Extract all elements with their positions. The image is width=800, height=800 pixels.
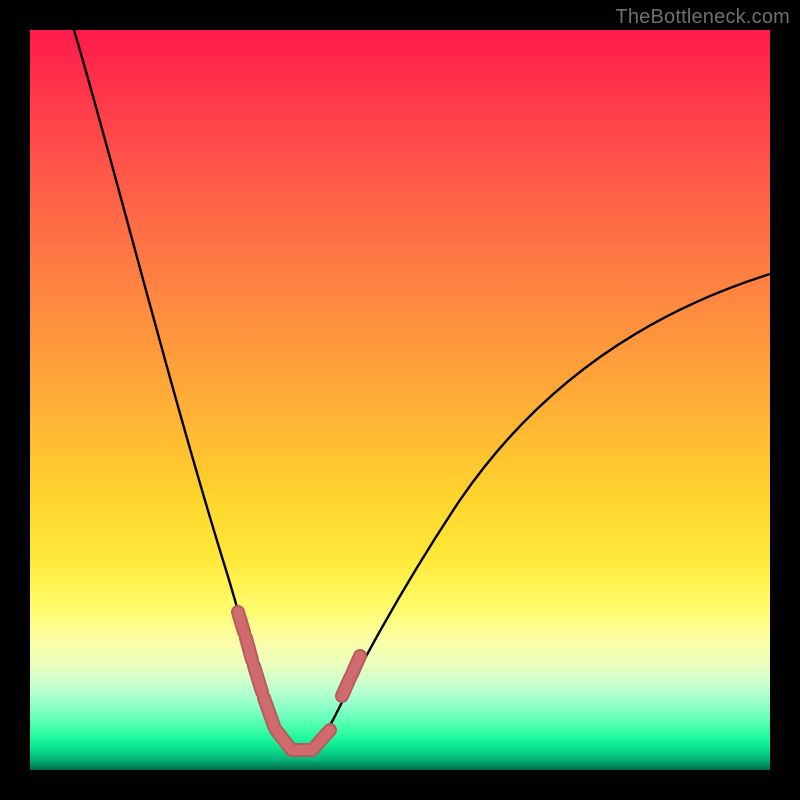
watermark-text: TheBottleneck.com (615, 6, 790, 29)
bottleneck-curve (74, 30, 770, 755)
curve-layer (30, 30, 770, 770)
plot-area (30, 30, 770, 770)
chart-frame: TheBottleneck.com (0, 0, 800, 800)
